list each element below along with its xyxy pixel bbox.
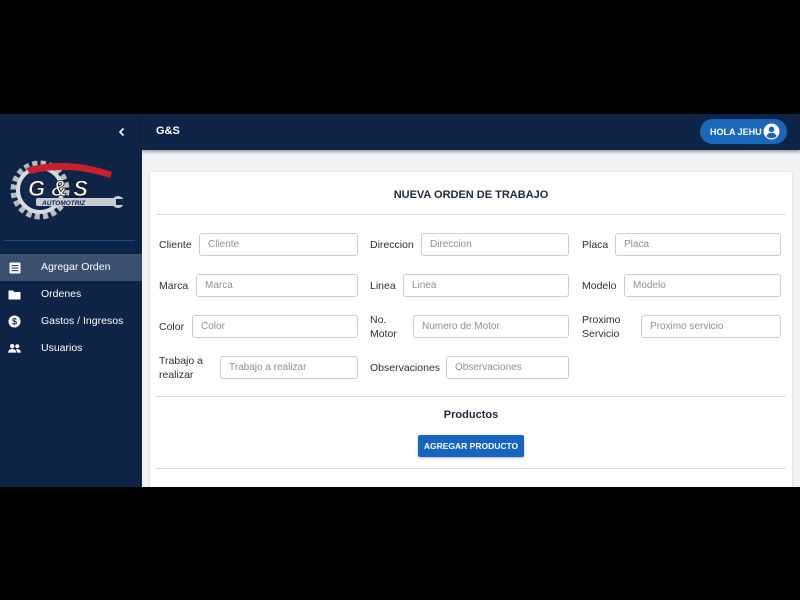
divider [156, 468, 786, 469]
color-input[interactable] [192, 315, 358, 338]
app-window: G & S AUTOMOTRIZ Agregar Orden Ordenes $ [0, 114, 800, 487]
sidebar-item-label: Gastos / Ingresos [41, 315, 124, 327]
observaciones-label: Observaciones [370, 362, 441, 374]
top-bar: G&S HOLA JEHU [142, 114, 800, 150]
color-label: Color [159, 321, 185, 333]
chevron-left-icon [118, 127, 125, 137]
svg-text:AUTOMOTRIZ: AUTOMOTRIZ [41, 200, 86, 207]
marca-label: Marca [159, 280, 189, 292]
list-icon [8, 261, 21, 274]
sidebar-item-ordenes[interactable]: Ordenes [0, 281, 142, 308]
modelo-label: Modelo [582, 280, 617, 292]
work-order-card: NUEVA ORDEN DE TRABAJO Cliente Direccion… [150, 172, 792, 487]
proximo-servicio-label-line2: Servicio [582, 328, 620, 340]
sidebar-nav: Agregar Orden Ordenes $ Gastos / Ingreso… [0, 254, 142, 362]
add-product-button[interactable]: AGREGAR PRODUCTO [418, 435, 524, 457]
folder-icon [8, 288, 21, 301]
proximo-servicio-label-line1: Proximo [582, 314, 621, 326]
sidebar: G & S AUTOMOTRIZ Agregar Orden Ordenes $ [0, 114, 142, 487]
sidebar-item-label: Usuarios [41, 342, 83, 354]
sidebar-divider [4, 240, 135, 241]
account-circle-icon [763, 123, 780, 140]
people-icon [8, 342, 21, 355]
sidebar-item-label: Agregar Orden [41, 261, 111, 273]
collapse-sidebar-button[interactable] [112, 122, 132, 142]
observaciones-input[interactable] [446, 356, 569, 379]
trabajo-label-line1: Trabajo a [159, 355, 203, 367]
svg-text:$: $ [12, 317, 17, 327]
cliente-input[interactable] [199, 233, 358, 256]
proximo-servicio-input[interactable] [641, 315, 781, 338]
dollar-icon: $ [8, 315, 21, 328]
divider [156, 214, 786, 215]
marca-input[interactable] [196, 274, 358, 297]
divider [156, 396, 786, 397]
numero-motor-input[interactable] [413, 315, 569, 338]
form-title: NUEVA ORDEN DE TRABAJO [393, 189, 549, 201]
sidebar-item-gastos-ingresos[interactable]: $ Gastos / Ingresos [0, 308, 142, 335]
user-menu-button[interactable]: HOLA JEHU [700, 119, 787, 144]
company-logo: G & S AUTOMOTRIZ [10, 160, 124, 220]
sidebar-item-agregar-orden[interactable]: Agregar Orden [0, 254, 142, 281]
placa-input[interactable] [615, 233, 781, 256]
sidebar-item-label: Ordenes [41, 288, 82, 300]
trabajo-label-line2: realizar [159, 369, 194, 381]
user-greeting: HOLA JEHU [710, 126, 762, 137]
sidebar-item-usuarios[interactable]: Usuarios [0, 335, 142, 362]
app-title: G&S [156, 125, 180, 137]
placa-label: Placa [582, 239, 609, 251]
no-motor-label-line1: No. [370, 314, 387, 326]
no-motor-label-line2: Motor [370, 328, 397, 340]
linea-label: Linea [370, 280, 396, 292]
productos-title: Productos [443, 409, 499, 421]
linea-input[interactable] [403, 274, 569, 297]
direccion-label: Direccion [370, 239, 414, 251]
direccion-input[interactable] [421, 233, 569, 256]
svg-text:G & S: G & S [28, 176, 88, 201]
modelo-input[interactable] [624, 274, 781, 297]
cliente-label: Cliente [159, 239, 192, 251]
trabajo-realizar-input[interactable] [220, 356, 358, 379]
